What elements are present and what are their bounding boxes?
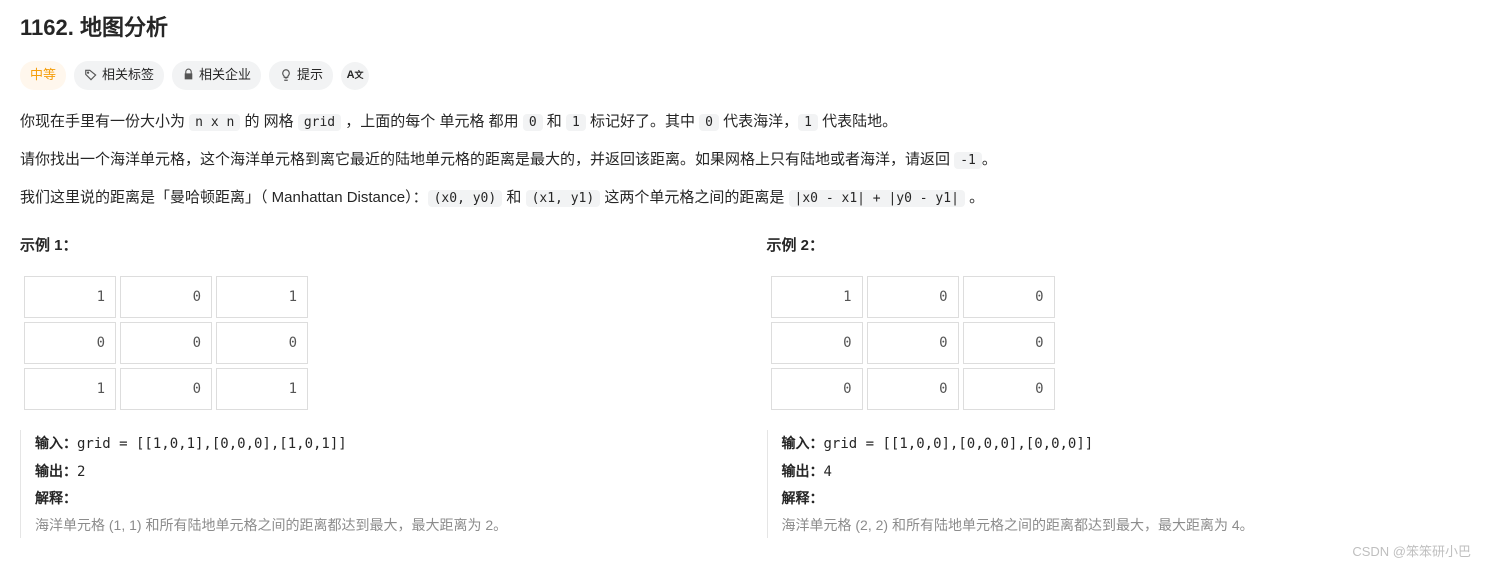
translate-button[interactable]: A文: [341, 62, 369, 90]
companies-button[interactable]: 相关企业: [172, 61, 261, 90]
example-2-block: 输入：grid = [[1,0,0],[0,0,0],[0,0,0]] 输出：4…: [767, 430, 1484, 538]
inline-code: n x n: [189, 114, 240, 131]
hint-label: 提示: [297, 65, 323, 86]
translate-icon: A文: [347, 67, 364, 85]
inline-code: 0: [523, 114, 543, 131]
output-label: 输出：: [782, 463, 824, 479]
lock-icon: [182, 68, 195, 83]
tag-icon: [84, 68, 98, 84]
difficulty-badge[interactable]: 中等: [20, 61, 66, 90]
desc-paragraph-1: 你现在手里有一份大小为 n x n 的 网格 grid ，上面的每个 单元格 都…: [20, 110, 1483, 134]
inline-code: 0: [699, 114, 719, 131]
output-label: 输出：: [35, 463, 77, 479]
desc-paragraph-2: 请你找出一个海洋单元格，这个海洋单元格到离它最近的陆地单元格的距离是最大的，并返…: [20, 148, 1483, 172]
explain-label: 解释：: [782, 490, 824, 506]
inline-code: (x1, y1): [526, 190, 601, 207]
meta-row: 中等 相关标签 相关企业 提示 A文: [20, 61, 1483, 90]
example-1: 示例 1： 101 000 101 输入：grid = [[1,0,1],[0,…: [20, 224, 737, 538]
tags-label: 相关标签: [102, 65, 154, 86]
inline-code: 1: [798, 114, 818, 131]
companies-label: 相关企业: [199, 65, 251, 86]
example-1-title: 示例 1：: [20, 234, 737, 258]
lightbulb-icon: [279, 68, 293, 84]
inline-code: |x0 - x1| + |y0 - y1|: [789, 190, 965, 207]
problem-description: 你现在手里有一份大小为 n x n 的 网格 grid ，上面的每个 单元格 都…: [20, 110, 1483, 210]
inline-code: 1: [566, 114, 586, 131]
hint-button[interactable]: 提示: [269, 61, 333, 90]
example-2-grid: 100 000 000: [767, 272, 1059, 414]
desc-paragraph-3: 我们这里说的距离是「曼哈顿距离」（ Manhattan Distance）：(x…: [20, 186, 1483, 210]
explain-value: 海洋单元格 (2, 2) 和所有陆地单元格之间的距离都达到最大，最大距离为 4。: [782, 512, 1484, 539]
inline-code: grid: [298, 114, 341, 131]
output-value: 2: [77, 464, 85, 480]
inline-code: -1: [954, 152, 982, 169]
explain-value: 海洋单元格 (1, 1) 和所有陆地单元格之间的距离都达到最大，最大距离为 2。: [35, 512, 737, 539]
problem-title: 1162. 地图分析: [20, 10, 1483, 45]
input-value: grid = [[1,0,0],[0,0,0],[0,0,0]]: [824, 436, 1094, 452]
tags-button[interactable]: 相关标签: [74, 61, 164, 90]
explain-label: 解释：: [35, 490, 77, 506]
example-1-grid: 101 000 101: [20, 272, 312, 414]
watermark: CSDN @笨笨研小巴: [1352, 542, 1471, 563]
output-value: 4: [824, 464, 832, 480]
input-label: 输入：: [782, 435, 824, 451]
example-2-title: 示例 2：: [767, 234, 1484, 258]
example-2: 示例 2： 100 000 000 输入：grid = [[1,0,0],[0,…: [767, 224, 1484, 538]
example-1-block: 输入：grid = [[1,0,1],[0,0,0],[1,0,1]] 输出：2…: [20, 430, 737, 538]
input-value: grid = [[1,0,1],[0,0,0],[1,0,1]]: [77, 436, 347, 452]
inline-code: (x0, y0): [428, 190, 503, 207]
input-label: 输入：: [35, 435, 77, 451]
